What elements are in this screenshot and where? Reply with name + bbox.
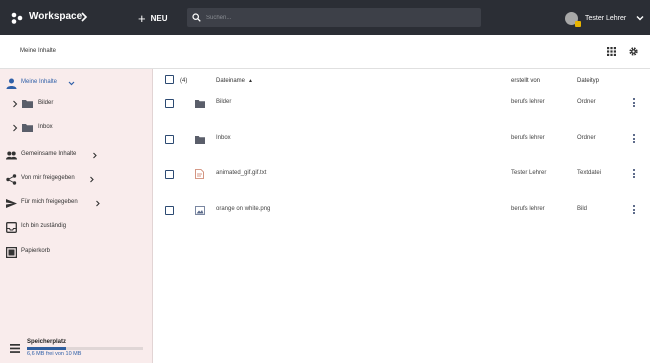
storage-list-icon (10, 344, 20, 353)
sidebar-item-meine-inhalte[interactable]: Meine Inhalte (0, 74, 153, 92)
select-all-checkbox[interactable] (165, 75, 174, 84)
row-created-by: berufs lehrer (511, 135, 545, 141)
row-checkbox[interactable] (165, 170, 174, 179)
text-file-icon (195, 169, 204, 179)
role-badge-icon (575, 20, 581, 27)
row-type: Bild (577, 206, 588, 212)
sidebar-item-fuer-mich-freigegeben[interactable]: Für mich freigegeben (0, 194, 153, 212)
new-button-label: NEU (150, 13, 168, 23)
workspace-logo-icon[interactable] (11, 12, 23, 24)
storage-title: Speicherplatz (27, 339, 67, 345)
send-icon (6, 199, 17, 208)
user-name[interactable]: Tester Lehrer (585, 15, 626, 22)
inbox-icon (6, 222, 17, 233)
sidebar-item-gemeinsame-inhalte[interactable]: Gemeinsame Inhalte (0, 146, 153, 164)
folder-icon (195, 100, 205, 108)
sidebar-item-label: Papierkorb (21, 248, 51, 254)
sidebar-subitem-inbox[interactable]: Inbox (0, 119, 153, 137)
chevron-right-icon[interactable] (12, 100, 18, 108)
sidebar-subitem-bilder[interactable]: Bilder (0, 95, 153, 113)
item-count: (4) (180, 78, 188, 84)
row-type: Textdatei (577, 170, 602, 176)
table-row[interactable]: Bilder berufs lehrer Ordner (153, 92, 650, 116)
column-header-label: Dateiname (216, 78, 246, 84)
chevron-right-icon[interactable] (80, 12, 88, 22)
row-type: Ordner (577, 99, 596, 105)
sidebar-item-label: Ich bin zuständig (21, 223, 67, 229)
search-icon (192, 13, 201, 22)
grid-view-icon[interactable] (607, 47, 616, 56)
new-button[interactable]: + NEU (138, 10, 167, 26)
group-icon (6, 151, 17, 160)
row-name[interactable]: Inbox (216, 135, 231, 141)
column-header-type[interactable]: Dateityp (577, 74, 599, 88)
table-row[interactable]: orange on white.png berufs lehrer Bild (153, 199, 650, 223)
row-type: Ordner (577, 135, 596, 141)
trash-icon (6, 247, 17, 258)
sidebar: Meine Inhalte Bilder Inbox Gemeinsame In… (0, 69, 153, 363)
more-options-icon[interactable] (631, 133, 637, 146)
more-options-icon[interactable] (631, 204, 637, 217)
person-icon (6, 78, 17, 89)
image-file-icon (195, 206, 205, 215)
sidebar-item-papierkorb[interactable]: Papierkorb (0, 243, 153, 261)
row-created-by: berufs lehrer (511, 206, 545, 212)
row-checkbox[interactable] (165, 206, 174, 215)
sidebar-item-label: Gemeinsame Inhalte (21, 151, 77, 157)
share-icon (6, 174, 17, 185)
sidebar-item-ich-bin-zustaendig[interactable]: Ich bin zuständig (0, 218, 153, 236)
plus-icon: + (138, 10, 146, 26)
column-header-created-by[interactable]: erstellt von (511, 74, 540, 88)
page-title: Meine Inhalte (20, 48, 57, 54)
column-header-name[interactable]: Dateiname ▲ (216, 74, 253, 88)
row-created-by: Tester Lehrer (511, 170, 547, 176)
more-options-icon[interactable] (631, 97, 637, 110)
sidebar-item-von-mir-freigegeben[interactable]: Von mir freigegeben (0, 170, 153, 188)
search-box[interactable] (187, 8, 481, 27)
sidebar-subitem-label: Bilder (38, 100, 54, 106)
app-title[interactable]: Workspace (29, 11, 82, 22)
sidebar-item-label: Von mir freigegeben (21, 175, 75, 181)
folder-icon (22, 100, 33, 108)
table-row[interactable]: Inbox berufs lehrer Ordner (153, 128, 650, 152)
more-options-icon[interactable] (631, 168, 637, 181)
chevron-right-icon[interactable] (91, 152, 98, 159)
row-created-by: berufs lehrer (511, 99, 545, 105)
table-row[interactable]: animated_gif.gif.txt Tester Lehrer Textd… (153, 163, 650, 187)
sidebar-item-label: Meine Inhalte (21, 79, 58, 85)
top-bar: Workspace + NEU Tester Lehrer (0, 0, 650, 35)
row-name[interactable]: Bilder (216, 99, 231, 105)
sort-ascending-icon: ▲ (248, 78, 253, 84)
gear-icon[interactable] (628, 46, 639, 57)
storage-progress-bar (27, 347, 143, 350)
user-menu[interactable]: Tester Lehrer (565, 11, 644, 27)
storage-text: 6,6 MB frei von 10 MB (27, 351, 82, 357)
chevron-down-icon[interactable] (68, 80, 75, 87)
chevron-right-icon[interactable] (94, 200, 101, 207)
row-name[interactable]: animated_gif.gif.txt (216, 170, 266, 176)
chevron-down-icon[interactable] (636, 14, 644, 22)
search-input[interactable] (206, 11, 476, 24)
row-checkbox[interactable] (165, 135, 174, 144)
folder-icon (22, 124, 33, 132)
row-checkbox[interactable] (165, 99, 174, 108)
avatar[interactable] (565, 11, 581, 27)
sidebar-item-label: Für mich freigegeben (21, 199, 78, 205)
chevron-right-icon[interactable] (88, 176, 95, 183)
row-name[interactable]: orange on white.png (216, 206, 270, 212)
chevron-right-icon[interactable] (12, 124, 18, 132)
file-list: (4) Dateiname ▲ erstellt von Dateityp Bi… (153, 69, 650, 363)
storage-widget: Speicherplatz 6,6 MB frei von 10 MB (0, 336, 153, 363)
sub-header: Meine Inhalte (0, 35, 650, 69)
storage-progress-fill (27, 347, 67, 350)
sidebar-subitem-label: Inbox (38, 124, 53, 130)
folder-icon (195, 136, 205, 144)
